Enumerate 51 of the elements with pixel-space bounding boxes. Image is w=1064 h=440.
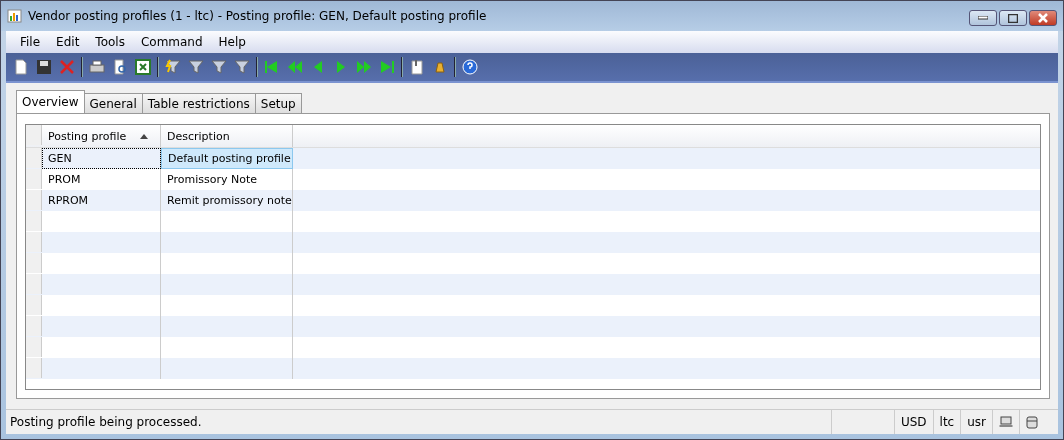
funnel-icon[interactable] bbox=[233, 58, 251, 76]
tab[interactable]: Table restrictions bbox=[141, 93, 256, 113]
row-selector[interactable] bbox=[26, 337, 42, 357]
status-field: USD bbox=[893, 410, 933, 434]
sort-ascending-icon bbox=[140, 133, 148, 139]
row-selector[interactable] bbox=[26, 316, 42, 336]
row-selector[interactable] bbox=[26, 169, 42, 189]
previous-page-icon[interactable] bbox=[286, 58, 304, 76]
menu-item[interactable]: Edit bbox=[48, 35, 88, 49]
close-icon bbox=[1037, 13, 1049, 23]
tab[interactable]: General bbox=[83, 93, 143, 113]
minimize-button[interactable] bbox=[969, 10, 997, 26]
menu-item[interactable]: File bbox=[12, 35, 49, 49]
minimize-icon bbox=[978, 16, 988, 20]
print-icon[interactable] bbox=[88, 58, 106, 76]
last-record-icon[interactable] bbox=[378, 58, 396, 76]
row-selector[interactable] bbox=[26, 274, 42, 294]
print-preview-icon[interactable] bbox=[111, 58, 129, 76]
close-button[interactable] bbox=[1029, 10, 1057, 26]
row-selector[interactable] bbox=[26, 295, 42, 315]
row-selector[interactable] bbox=[26, 358, 42, 378]
status-field: ltc bbox=[932, 410, 961, 434]
window-title: Vendor posting profiles (1 - ltc) - Posting profile: GEN, Default posting profile bbox=[28, 9, 488, 23]
tab[interactable]: Overview bbox=[16, 90, 85, 113]
help-icon[interactable] bbox=[461, 58, 479, 76]
header-corner bbox=[26, 125, 42, 145]
app-icon bbox=[7, 8, 23, 24]
lightning-filter-icon[interactable] bbox=[164, 58, 182, 76]
row-selector[interactable] bbox=[26, 232, 42, 252]
menu-item[interactable]: Help bbox=[210, 35, 254, 49]
column-header[interactable]: Description bbox=[161, 125, 293, 147]
menu-item[interactable]: Tools bbox=[87, 35, 133, 49]
tab[interactable]: Setup bbox=[254, 93, 302, 113]
new-document-icon[interactable] bbox=[12, 58, 30, 76]
column-header[interactable]: Posting profile bbox=[42, 125, 161, 147]
status-field: usr bbox=[960, 410, 992, 434]
row-selector[interactable] bbox=[26, 190, 42, 210]
spreadsheet-icon[interactable] bbox=[134, 58, 152, 76]
next-page-icon[interactable] bbox=[355, 58, 373, 76]
status-message: Posting profile being processed. bbox=[9, 415, 203, 429]
row-selector[interactable] bbox=[26, 148, 42, 168]
maximize-icon bbox=[1008, 13, 1018, 23]
table-cell: Default posting profile bbox=[161, 148, 293, 169]
computer-icon bbox=[999, 416, 1013, 428]
menu-item[interactable]: Command bbox=[132, 35, 211, 49]
save-icon[interactable] bbox=[35, 58, 53, 76]
database-icon bbox=[1026, 415, 1038, 429]
row-selector[interactable] bbox=[26, 253, 42, 273]
maximize-button[interactable] bbox=[999, 10, 1027, 26]
document-clip-icon[interactable] bbox=[408, 58, 426, 76]
row-selector[interactable] bbox=[26, 211, 42, 231]
